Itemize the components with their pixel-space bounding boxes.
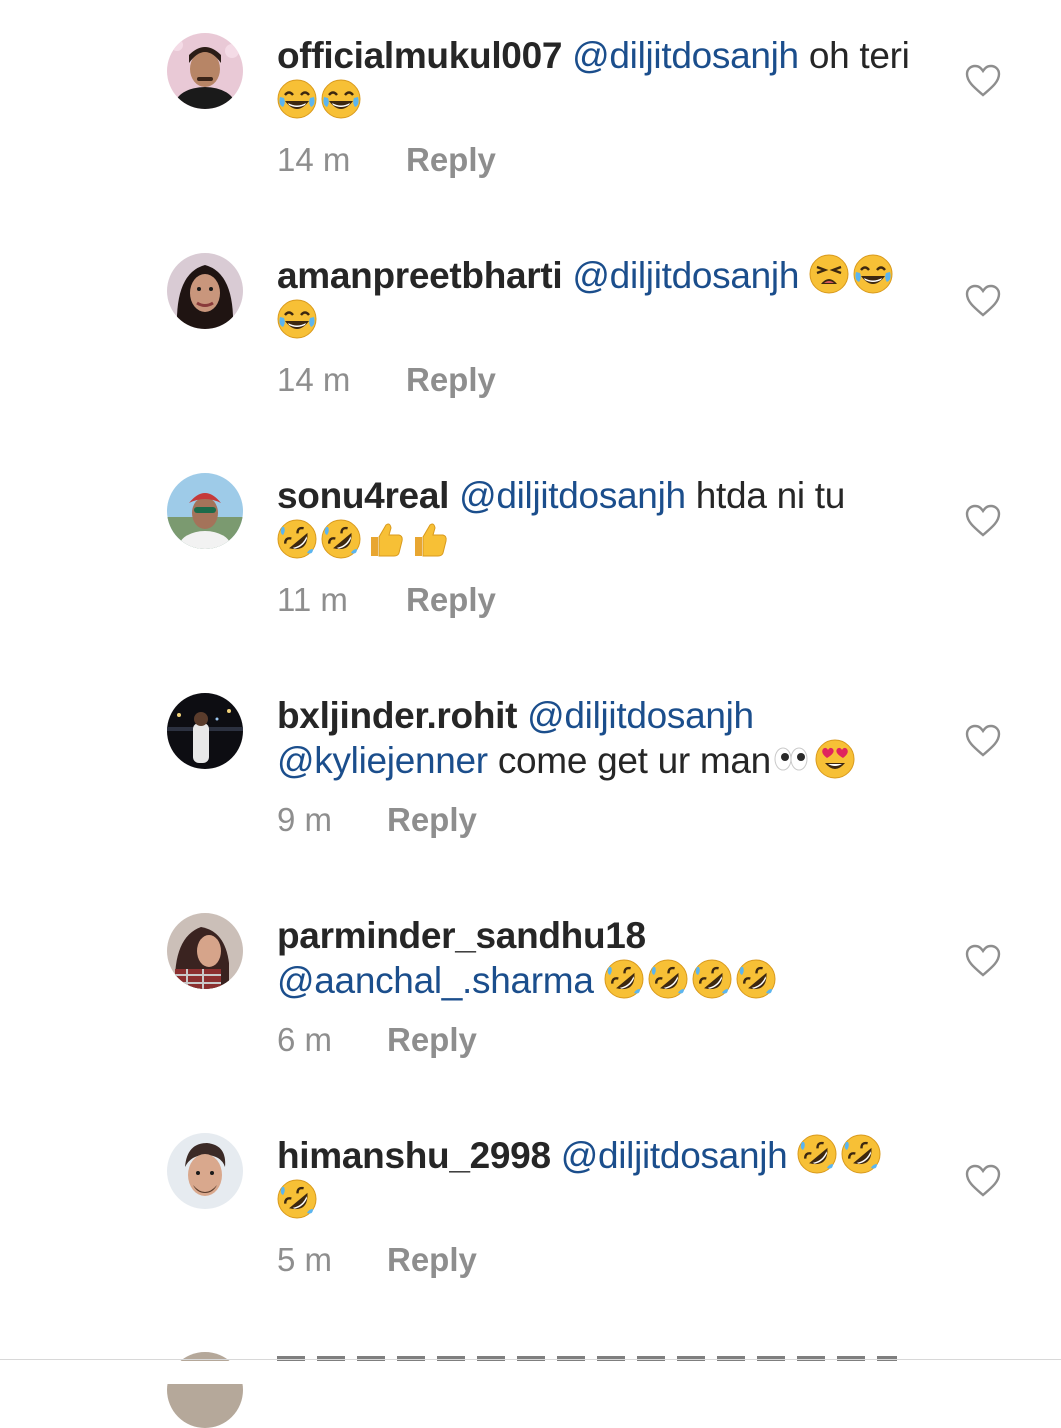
comment-meta: 14 m Reply [277,360,496,400]
comment-text: bxljinder.rohit @diljitdosanjh @kyliejen… [277,693,932,783]
reply-button[interactable]: Reply [387,800,477,840]
rolling-on-floor-laughing-icon [797,1134,837,1174]
thumbs-up-icon [409,519,449,559]
rolling-on-floor-laughing-icon [841,1134,881,1174]
face-with-tears-of-joy-icon [277,79,317,119]
rolling-on-floor-laughing-icon [277,1179,317,1219]
comment-body: htda ni tu [695,475,846,516]
rolling-on-floor-laughing-icon [736,959,776,999]
comment-username[interactable]: bxljinder.rohit [277,695,517,736]
avatar[interactable] [167,1133,243,1209]
like-heart-icon[interactable] [965,284,1001,318]
eyes-icon [771,739,811,779]
rolling-on-floor-laughing-icon [692,959,732,999]
comment-time: 11 m [277,581,348,618]
comment-time: 5 m [277,1241,333,1278]
comment-item: officialmukul007 @diljitdosanjh oh teri … [0,0,1061,220]
comment-item: bxljinder.rohit @diljitdosanjh @kyliejen… [0,660,1061,880]
comment-meta: 5 m Reply [277,1240,477,1280]
face-with-tears-of-joy-icon [277,299,317,339]
reply-button[interactable]: Reply [406,140,496,180]
like-heart-icon[interactable] [965,944,1001,978]
face-with-tears-of-joy-icon [853,254,893,294]
thumbs-up-icon [365,519,405,559]
comment-item: sonu4real @diljitdosanjh htda ni tu 11 m… [0,440,1061,660]
comment-body: come get ur man [497,740,771,781]
avatar[interactable] [167,473,243,549]
reply-button[interactable]: Reply [387,1240,477,1280]
rolling-on-floor-laughing-icon [604,959,644,999]
bottom-edge [0,1361,1061,1384]
comment-item: himanshu_2998 @diljitdosanjh 5 m Reply [0,1100,1061,1320]
comment-item: parminder_sandhu18 @aanchal_.sharma 6 m R… [0,880,1061,1100]
mention-link[interactable]: @diljitdosanjh [572,255,799,296]
mention-link[interactable]: @kyliejenner [277,740,488,781]
comment-time: 6 m [277,1021,333,1058]
comment-text: parminder_sandhu18 @aanchal_.sharma [277,913,932,1003]
rolling-on-floor-laughing-icon [648,959,688,999]
heart-eyes-icon [815,739,855,779]
mention-link[interactable]: @aanchal_.sharma [277,960,594,1001]
comment-username[interactable]: amanpreetbharti [277,255,563,296]
reply-button[interactable]: Reply [406,580,496,620]
avatar[interactable] [167,253,243,329]
like-heart-icon[interactable] [965,64,1001,98]
rolling-on-floor-laughing-icon [321,519,361,559]
reply-button[interactable]: Reply [387,1020,477,1060]
avatar[interactable] [167,913,243,989]
mention-link[interactable]: @diljitdosanjh [561,1135,788,1176]
mention-link[interactable]: @diljitdosanjh [459,475,686,516]
comment-meta: 9 m Reply [277,800,477,840]
comment-username[interactable]: himanshu_2998 [277,1135,551,1176]
comment-meta: 11 m Reply [277,580,496,620]
comment-time: 14 m [277,361,351,398]
comment-text: himanshu_2998 @diljitdosanjh [277,1133,932,1223]
comment-time: 9 m [277,801,333,838]
rolling-on-floor-laughing-icon [277,519,317,559]
like-heart-icon[interactable] [965,1164,1001,1198]
avatar[interactable] [167,693,243,769]
comment-time: 14 m [277,141,351,178]
comment-meta: 14 m Reply [277,140,496,180]
comment-username[interactable]: sonu4real [277,475,449,516]
divider [0,1359,1061,1360]
comment-meta: 6 m Reply [277,1020,477,1060]
like-heart-icon[interactable] [965,504,1001,538]
comment-text: sonu4real @diljitdosanjh htda ni tu [277,473,932,563]
comment-body: oh teri [808,35,910,76]
like-heart-icon[interactable] [965,724,1001,758]
comment-text: amanpreetbharti @diljitdosanjh [277,253,932,343]
reply-button[interactable]: Reply [406,360,496,400]
comment-item: amanpreetbharti @diljitdosanjh 14 m Reply [0,220,1061,440]
comment-username[interactable]: officialmukul007 [277,35,562,76]
mention-link[interactable]: @diljitdosanjh [527,695,754,736]
avatar[interactable] [167,33,243,109]
comment-text: officialmukul007 @diljitdosanjh oh teri [277,33,932,123]
mention-link[interactable]: @diljitdosanjh [572,35,799,76]
face-with-tears-of-joy-icon [321,79,361,119]
comment-username[interactable]: parminder_sandhu18 [277,915,646,956]
weary-face-icon [809,254,849,294]
